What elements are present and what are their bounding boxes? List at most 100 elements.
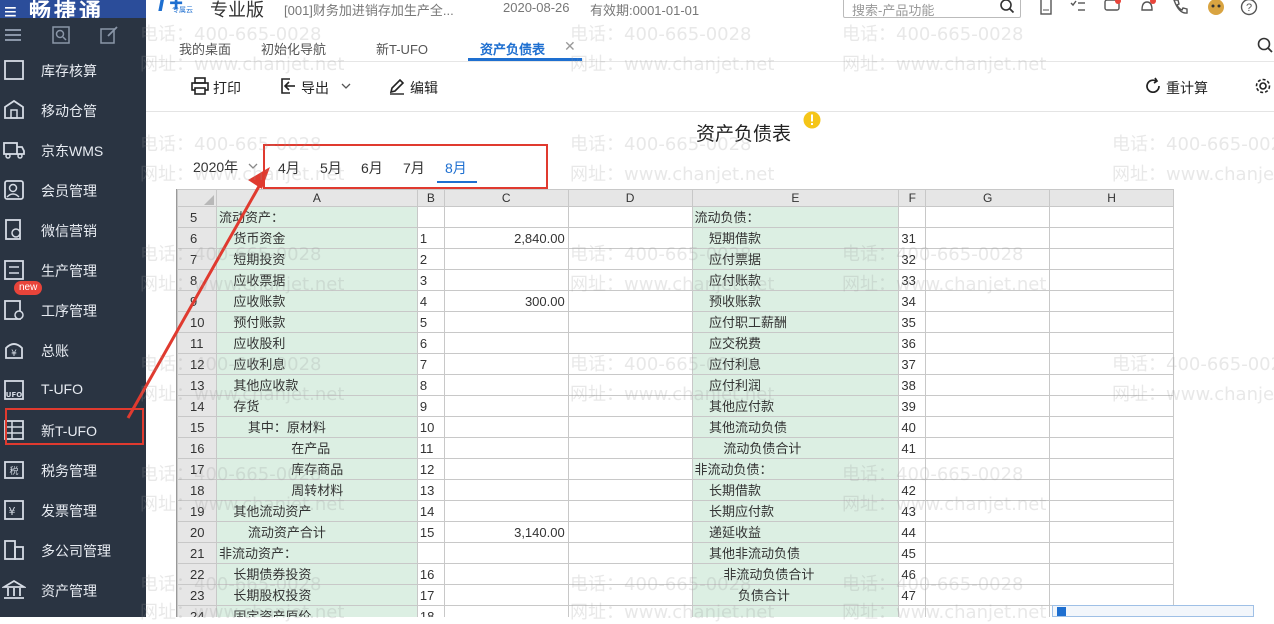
asset-amount-cell[interactable] — [443, 584, 569, 606]
liability-line-cell[interactable]: 38 — [898, 374, 927, 396]
asset-prior-cell[interactable] — [567, 458, 693, 480]
asset-amount-cell[interactable] — [443, 542, 569, 564]
asset-item-cell[interactable]: 应收票据 — [215, 269, 418, 291]
message-icon[interactable] — [1103, 0, 1121, 16]
liability-prior-cell[interactable] — [1049, 500, 1174, 522]
todo-list-icon[interactable] — [1069, 0, 1087, 16]
search-icon[interactable] — [1256, 36, 1274, 54]
asset-amount-cell[interactable]: 300.00 — [443, 290, 569, 312]
liability-item-cell[interactable]: 长期借款 — [691, 479, 900, 501]
row-number[interactable]: 17 — [177, 458, 217, 480]
asset-prior-cell[interactable] — [567, 500, 693, 522]
asset-amount-cell[interactable] — [443, 248, 569, 270]
liability-line-cell[interactable]: 41 — [898, 437, 927, 459]
liability-line-cell[interactable]: 32 — [898, 248, 927, 270]
row-number[interactable]: 16 — [177, 437, 217, 459]
row-number[interactable]: 18 — [177, 479, 217, 501]
row-number[interactable]: 5 — [177, 206, 217, 228]
sidebar-item-multi-company[interactable]: 多公司管理 — [0, 530, 146, 570]
column-header[interactable]: C — [443, 189, 569, 207]
liability-amount-cell[interactable] — [925, 332, 1051, 354]
liability-prior-cell[interactable] — [1049, 563, 1174, 585]
liability-amount-cell[interactable] — [925, 395, 1051, 417]
liability-amount-cell[interactable] — [925, 584, 1051, 606]
column-header[interactable]: E — [691, 189, 900, 207]
asset-line-cell[interactable]: 17 — [416, 584, 445, 606]
ime-toolbar[interactable] — [1052, 605, 1254, 617]
asset-prior-cell[interactable] — [567, 584, 693, 606]
liability-amount-cell[interactable] — [925, 458, 1051, 480]
asset-line-cell[interactable]: 7 — [416, 353, 445, 375]
asset-item-cell[interactable]: 应收账款 — [215, 290, 418, 312]
balance-sheet-grid[interactable]: A B C D E F G H 5 流动资产： 流动负债： 6 货币资金 1 2,840.… — [176, 189, 1174, 617]
asset-amount-cell[interactable] — [443, 206, 569, 228]
liability-prior-cell[interactable] — [1049, 584, 1174, 606]
liability-line-cell[interactable]: 35 — [898, 311, 927, 333]
asset-item-cell[interactable]: 流动资产合计 — [215, 521, 418, 543]
liability-amount-cell[interactable] — [925, 521, 1051, 543]
liability-line-cell[interactable]: 31 — [898, 227, 927, 249]
liability-line-cell[interactable]: 44 — [898, 521, 927, 543]
liability-amount-cell[interactable] — [925, 311, 1051, 333]
row-number[interactable]: 9 — [177, 290, 217, 312]
tab-my-desktop[interactable]: 我的桌面 — [179, 39, 231, 58]
liability-line-cell[interactable] — [898, 605, 927, 617]
asset-item-cell[interactable]: 周转材料 — [215, 479, 418, 501]
sidebar-item-member[interactable]: 会员管理 — [0, 170, 146, 210]
liability-item-cell[interactable]: 长期应付款 — [691, 500, 900, 522]
liability-amount-cell[interactable] — [925, 290, 1051, 312]
liability-amount-cell[interactable] — [925, 206, 1051, 228]
close-icon[interactable]: ✕ — [564, 38, 576, 55]
help-icon[interactable]: ? — [1240, 0, 1258, 16]
sidebar-item-mobile-warehouse[interactable]: 移动仓管 — [0, 90, 146, 130]
asset-line-cell[interactable]: 9 — [416, 395, 445, 417]
asset-prior-cell[interactable] — [567, 269, 693, 291]
row-number[interactable]: 21 — [177, 542, 217, 564]
chevron-down-icon[interactable] — [247, 160, 259, 172]
bell-icon[interactable] — [1138, 0, 1156, 16]
liability-prior-cell[interactable] — [1049, 374, 1174, 396]
asset-amount-cell[interactable] — [443, 563, 569, 585]
corner-cell[interactable] — [177, 189, 217, 207]
liability-line-cell[interactable]: 43 — [898, 500, 927, 522]
liability-amount-cell[interactable] — [925, 542, 1051, 564]
liability-amount-cell[interactable] — [925, 479, 1051, 501]
asset-prior-cell[interactable] — [567, 311, 693, 333]
liability-prior-cell[interactable] — [1049, 311, 1174, 333]
asset-line-cell[interactable]: 13 — [416, 479, 445, 501]
asset-prior-cell[interactable] — [567, 248, 693, 270]
account-name[interactable]: [001]财务加进销存加生产全... — [284, 0, 454, 19]
asset-line-cell[interactable]: 8 — [416, 374, 445, 396]
row-number[interactable]: 15 — [177, 416, 217, 438]
mascot-icon[interactable] — [1203, 0, 1229, 16]
asset-prior-cell[interactable] — [567, 227, 693, 249]
asset-prior-cell[interactable] — [567, 563, 693, 585]
liability-line-cell[interactable]: 37 — [898, 353, 927, 375]
asset-item-cell[interactable]: 非流动资产： — [215, 542, 418, 564]
sidebar-item-inventory-accounting[interactable]: 库存核算 — [0, 50, 146, 90]
sidebar-item-ledger[interactable]: ¥ 总账 — [0, 330, 146, 370]
liability-line-cell[interactable]: 36 — [898, 332, 927, 354]
liability-item-cell[interactable]: 应付职工薪酬 — [691, 311, 900, 333]
asset-item-cell[interactable]: 短期投资 — [215, 248, 418, 270]
sidebar-item-tax[interactable]: 税 税务管理 — [0, 450, 146, 490]
year-select[interactable]: 2020年 — [193, 157, 238, 177]
asset-amount-cell[interactable] — [443, 332, 569, 354]
asset-prior-cell[interactable] — [567, 290, 693, 312]
liability-item-cell[interactable]: 其他应付款 — [691, 395, 900, 417]
liability-amount-cell[interactable] — [925, 248, 1051, 270]
asset-amount-cell[interactable] — [443, 458, 569, 480]
asset-amount-cell[interactable] — [443, 437, 569, 459]
liability-item-cell[interactable]: 应交税费 — [691, 332, 900, 354]
gear-icon[interactable] — [1254, 77, 1272, 95]
asset-item-cell[interactable]: 货币资金 — [215, 227, 418, 249]
column-header[interactable]: H — [1049, 189, 1174, 207]
liability-line-cell[interactable]: 33 — [898, 269, 927, 291]
liability-item-cell[interactable]: 负债合计 — [691, 584, 900, 606]
asset-line-cell[interactable]: 4 — [416, 290, 445, 312]
liability-amount-cell[interactable] — [925, 563, 1051, 585]
asset-item-cell[interactable]: 其他应收款 — [215, 374, 418, 396]
asset-line-cell[interactable]: 11 — [416, 437, 445, 459]
sidebar-item-assets[interactable]: 资产管理 — [0, 570, 146, 610]
asset-amount-cell[interactable] — [443, 311, 569, 333]
